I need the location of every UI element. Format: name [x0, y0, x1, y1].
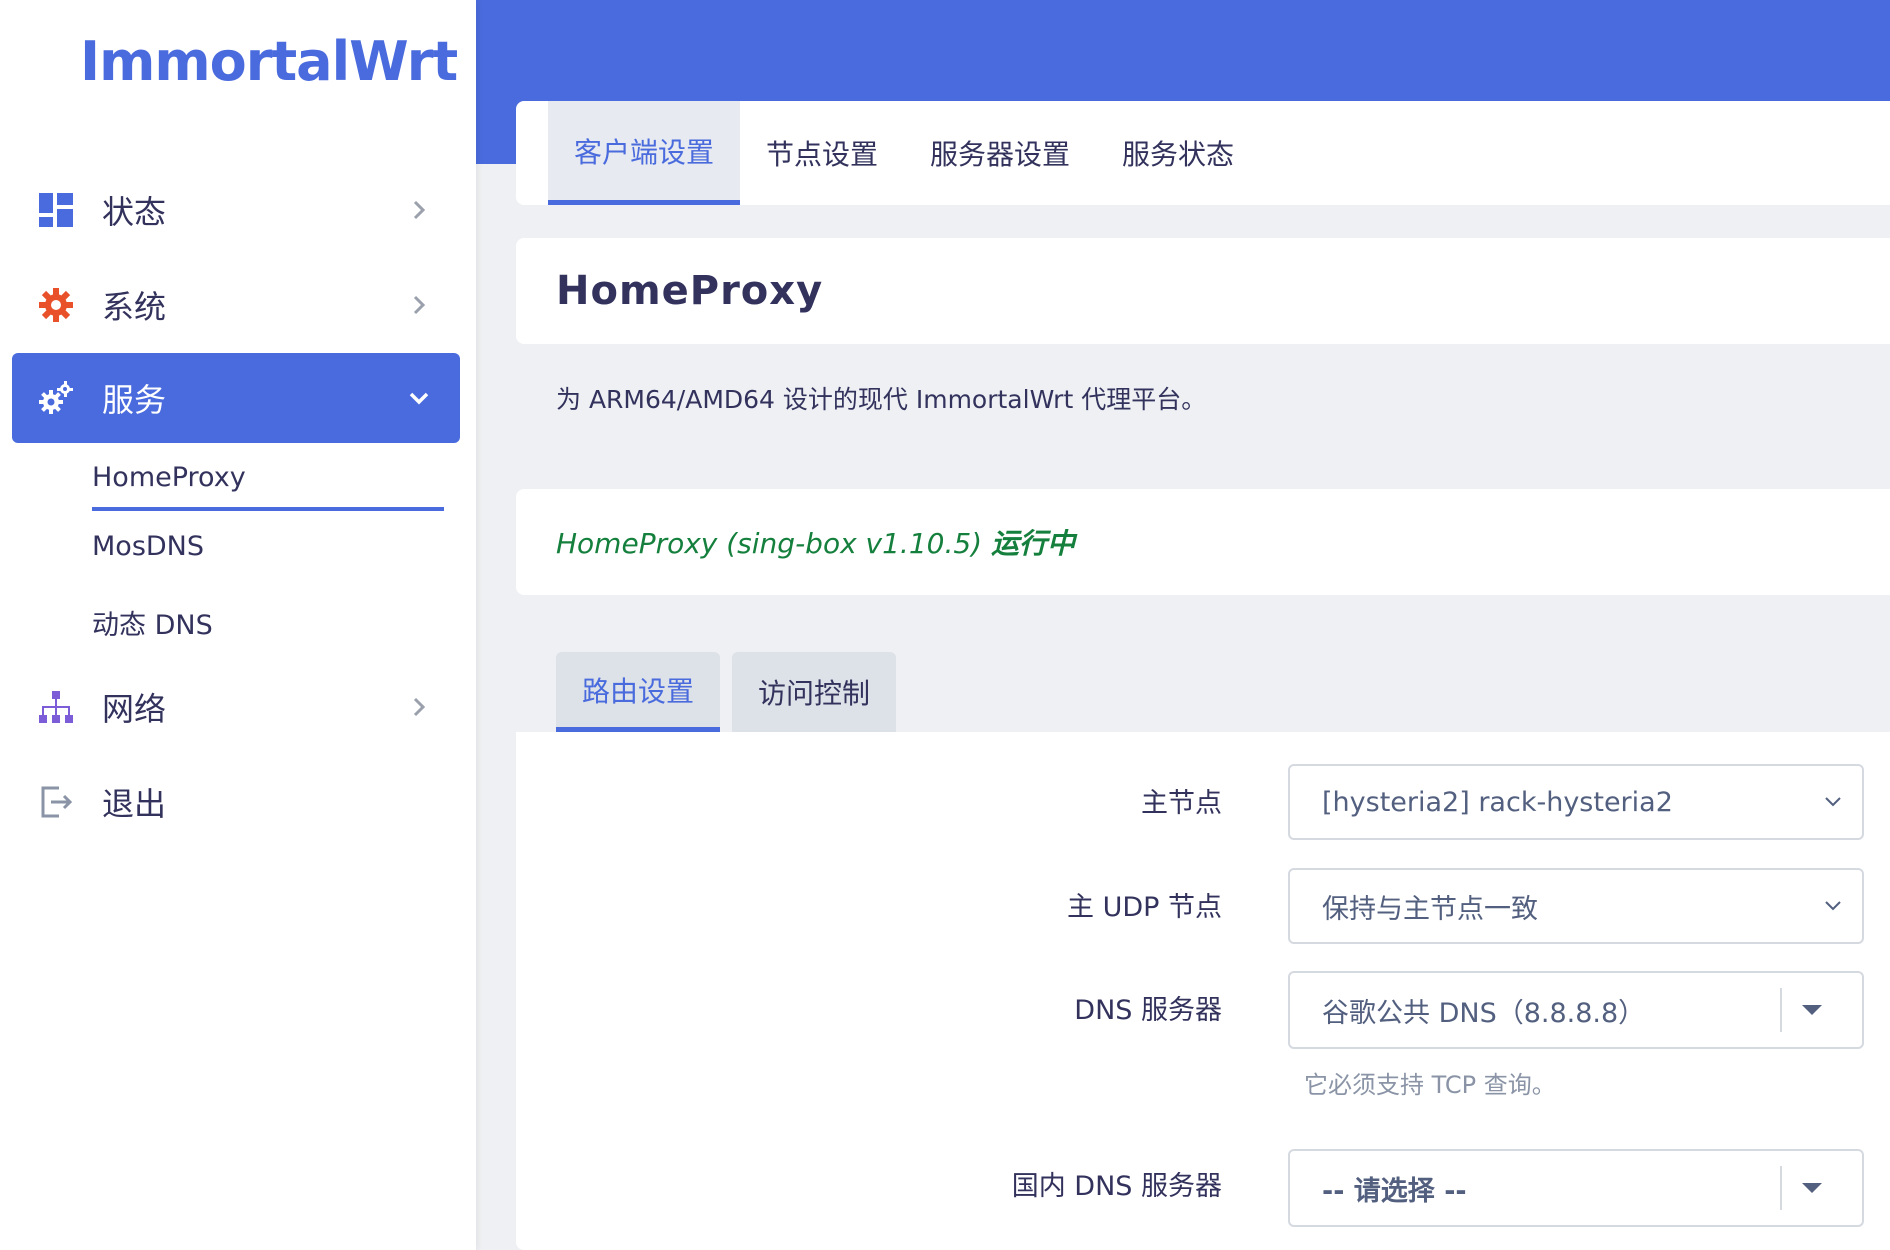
tab-service-status[interactable]: 服务状态 — [1096, 101, 1260, 205]
china-dns-server-value: -- 请选择 -- — [1322, 1175, 1467, 1207]
combobox-divider — [1780, 1166, 1782, 1210]
sidebar-item-label: 状态 — [102, 193, 167, 231]
gear-icon — [36, 285, 76, 325]
top-tab-bar: 客户端设置 节点设置 服务器设置 服务状态 — [516, 101, 1890, 205]
tab-access-control[interactable]: 访问控制 — [732, 652, 896, 732]
tab-routing-settings[interactable]: 路由设置 — [556, 652, 720, 732]
sidebar-item-system[interactable]: 系统 — [12, 260, 460, 350]
service-status: HomeProxy (sing-box v1.10.5) 运行中 — [556, 522, 1075, 562]
status-state: 运行中 — [991, 527, 1076, 560]
tab-client-settings[interactable]: 客户端设置 — [548, 101, 741, 205]
dns-server-label: DNS 服务器 — [1074, 995, 1222, 1026]
china-dns-server-combobox[interactable]: -- 请选择 -- — [1288, 1149, 1864, 1227]
china-dns-server-label: 国内 DNS 服务器 — [1011, 1171, 1222, 1202]
sidebar-item-services[interactable]: 服务 — [12, 353, 460, 443]
tab-server-settings[interactable]: 服务器设置 — [904, 101, 1096, 205]
sidebar-subitem-ddns[interactable]: 动态 DNS — [92, 603, 444, 642]
dns-server-hint: 它必须支持 TCP 查询。 — [1304, 1071, 1556, 1099]
logout-icon — [36, 782, 76, 822]
sidebar-item-network[interactable]: 网络 — [12, 662, 460, 752]
title-card: HomeProxy — [516, 238, 1890, 344]
chevron-down-icon — [1818, 891, 1848, 921]
sidebar-subitem-mosdns[interactable]: MosDNS — [92, 531, 444, 562]
sidebar-item-label: 系统 — [102, 288, 167, 326]
caret-down-icon[interactable] — [1802, 1005, 1822, 1015]
status-version: HomeProxy (sing-box v1.10.5) — [556, 527, 991, 560]
main-node-select[interactable]: [hysteria2] rack-hysteria2 — [1288, 764, 1864, 840]
sidebar-item-label: 服务 — [102, 381, 167, 419]
chevron-down-icon — [404, 383, 434, 413]
main-node-label: 主节点 — [1141, 788, 1222, 819]
combobox-divider — [1780, 988, 1782, 1032]
caret-down-icon[interactable] — [1802, 1183, 1822, 1193]
sidebar-item-label: 网络 — [102, 690, 167, 728]
sidebar-item-label: 退出 — [102, 785, 167, 823]
sidebar-item-logout[interactable]: 退出 — [12, 757, 460, 847]
page-description: 为 ARM64/AMD64 设计的现代 ImmortalWrt 代理平台。 — [556, 385, 1207, 414]
dashboard-icon — [36, 190, 76, 230]
dns-server-combobox[interactable]: 谷歌公共 DNS（8.8.8.8） — [1288, 971, 1864, 1049]
sidebar-item-status[interactable]: 状态 — [12, 165, 460, 255]
main-udp-node-select[interactable]: 保持与主节点一致 — [1288, 868, 1864, 944]
chevron-right-icon — [404, 195, 434, 225]
sidebar-subitem-homeproxy[interactable]: HomeProxy — [92, 462, 444, 511]
chevron-down-icon — [1818, 787, 1848, 817]
form-tab-bar: 路由设置 访问控制 — [516, 636, 1890, 732]
page-title: HomeProxy — [556, 268, 824, 314]
cogs-icon — [36, 378, 76, 418]
chevron-right-icon — [404, 692, 434, 722]
dns-server-value: 谷歌公共 DNS（8.8.8.8） — [1322, 997, 1646, 1029]
main-udp-node-value: 保持与主节点一致 — [1322, 893, 1538, 925]
network-icon — [36, 687, 76, 727]
tab-node-settings[interactable]: 节点设置 — [740, 101, 904, 205]
status-card: HomeProxy (sing-box v1.10.5) 运行中 — [516, 489, 1890, 595]
main-udp-node-label: 主 UDP 节点 — [1067, 892, 1222, 923]
sidebar: ImmortalWrt 状态 系统 服务 HomeProxy MosDNS 动态… — [0, 0, 476, 1250]
main-node-value: [hysteria2] rack-hysteria2 — [1322, 786, 1673, 818]
brand-logo[interactable]: ImmortalWrt — [80, 30, 458, 93]
chevron-right-icon — [404, 290, 434, 320]
